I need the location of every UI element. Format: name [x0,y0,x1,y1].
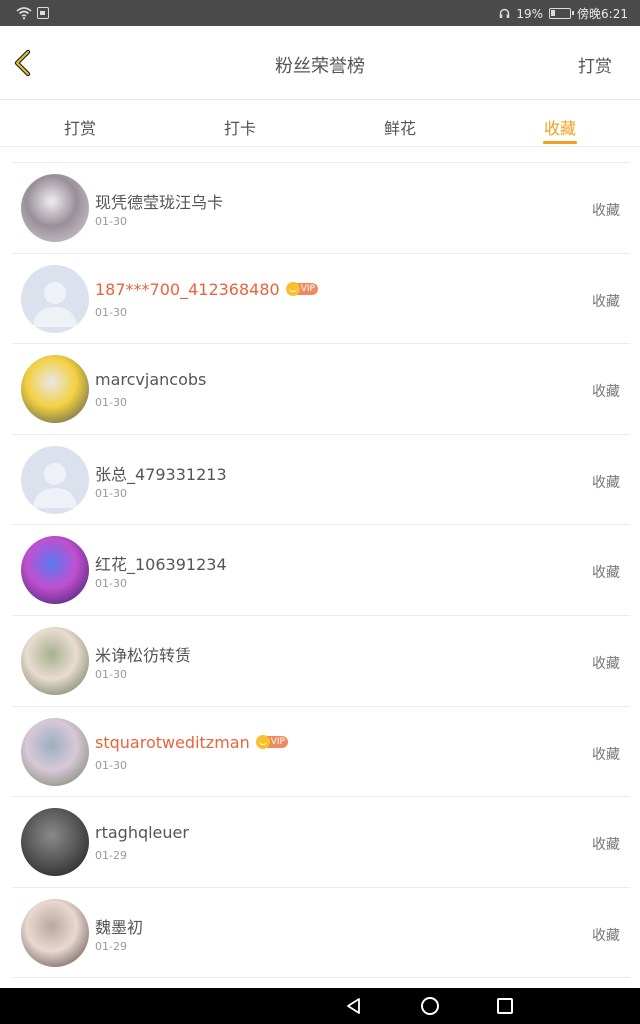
tab-label: 打卡 [223,119,256,138]
favorite-date: 01-30 [95,667,127,681]
list-item[interactable]: 米诤松彷转赁 01-30 收藏 [12,616,630,707]
sim-card-icon [37,7,49,19]
favorite-date: 01-30 [95,305,127,319]
favorite-date: 01-29 [95,939,127,953]
vip-label: VIP [266,736,288,749]
headphones-icon [500,8,510,18]
tab-checkin[interactable]: 打卡 [160,101,320,146]
list-item[interactable]: 现凭德莹珑汪乌卡 01-30 收藏 [12,163,630,254]
tab-label: 打赏 [63,119,96,138]
favorite-date: 01-30 [95,215,127,228]
user-name: stquarotweditzman [95,732,250,752]
tab-label: 收藏 [543,119,576,138]
avatar[interactable] [21,808,89,877]
avatar[interactable] [21,445,89,514]
user-name: marcvjancobs [95,370,207,390]
avatar[interactable] [21,536,89,605]
nav-home-icon[interactable] [421,997,439,1015]
avatar[interactable] [21,898,89,967]
action-label: 收藏 [592,565,620,582]
favorite-date: 01-30 [95,758,127,772]
vip-label: VIP [296,283,318,296]
favorite-date: 01-30 [95,486,127,500]
list-item[interactable]: 红花_106391234 01-30 收藏 [12,525,630,616]
tab-label: 鲜花 [383,119,416,138]
wifi-icon [16,7,32,20]
vip-badge: VIP [255,735,288,750]
user-name: 张总_479331213 [95,464,227,484]
action-label: 收藏 [592,474,620,491]
avatar[interactable] [21,717,89,786]
active-tab-indicator [543,141,577,144]
vip-coin-icon [255,735,270,750]
action-label: 收藏 [592,384,620,401]
action-label: 收藏 [592,927,620,944]
system-navigation-bar [0,988,640,1024]
tab-favorites[interactable]: 收藏 [480,101,640,146]
vip-badge: VIP [285,282,318,297]
battery-percentage: 19% [516,6,544,21]
favorite-date: 01-29 [95,849,127,863]
list-item[interactable]: 张总_479331213 01-30 收藏 [12,435,630,526]
avatar[interactable] [21,355,89,424]
reward-button[interactable]: 打赏 [578,52,612,77]
list-item[interactable]: marcvjancobs 01-30 收藏 [12,344,630,435]
battery-icon [549,8,575,19]
user-name: 现凭德莹珑汪乌卡 [95,193,224,212]
user-name: rtaghqleuer [95,823,189,843]
status-bar: 19% 傍晚6:21 [0,0,640,26]
avatar[interactable] [21,626,89,695]
nav-recent-apps-icon[interactable] [497,998,513,1014]
nav-back-icon[interactable] [345,997,363,1015]
fan-list: 现凭德莹珑汪乌卡 01-30 收藏 187***700_412368480 VIP 01-… [12,162,630,979]
action-label: 收藏 [592,655,620,672]
list-item[interactable]: 187***700_412368480 VIP 01-30 收藏 [12,254,630,345]
favorite-date: 01-30 [95,396,127,410]
user-name: 魏墨初 [95,917,144,937]
page-title: 粉丝荣誉榜 [275,56,365,77]
tab-reward[interactable]: 打赏 [0,101,160,146]
list-item[interactable]: rtaghqleuer 01-29 收藏 [12,797,630,888]
action-label: 收藏 [592,203,620,219]
user-name: 米诤松彷转赁 [95,645,192,665]
user-name: 187***700_412368480 [95,279,280,299]
app-header: 粉丝荣誉榜 打赏 [0,26,640,100]
list-item[interactable]: stquarotweditzman VIP 01-30 收藏 [12,707,630,798]
status-time: 傍晚6:21 [577,7,628,21]
action-label: 收藏 [592,293,620,310]
avatar[interactable] [21,174,89,242]
avatar[interactable] [21,264,89,333]
tab-flowers[interactable]: 鲜花 [320,101,480,146]
vip-coin-icon [285,282,300,297]
action-label: 收藏 [592,837,620,854]
favorite-date: 01-30 [95,577,127,591]
tab-bar: 打赏 打卡 鲜花 收藏 [0,101,640,147]
user-name: 红花_106391234 [95,555,227,575]
action-label: 收藏 [592,746,620,763]
list-item[interactable]: 魏墨初 01-29 收藏 [12,888,630,979]
